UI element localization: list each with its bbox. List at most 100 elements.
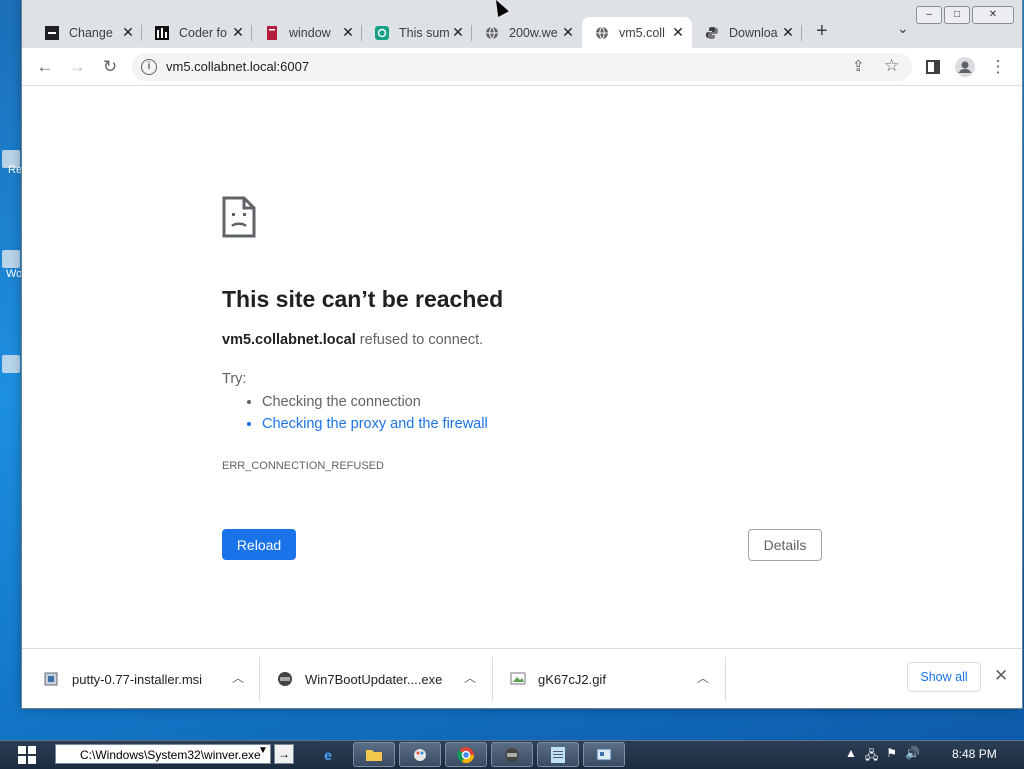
gif-file-icon [510,671,526,687]
chrome-window: Change ✕ Coder fo ✕ window ✕ This sum ✕ … [22,0,1022,708]
address-toolbar-input[interactable]: C:\Windows\System32\winver.exe [55,744,271,764]
globe-icon [594,25,610,41]
close-tab-icon[interactable]: ✕ [120,24,136,41]
chrome-icon[interactable] [445,742,487,767]
menu-kebab-icon[interactable]: ⋮ [987,56,1009,78]
volume-icon[interactable]: 🔊 [905,746,920,767]
tab-title: window [289,25,331,40]
divider [725,657,726,701]
show-hidden-icons-icon[interactable]: ▲ [845,746,857,767]
close-tab-icon[interactable]: ✕ [560,24,576,41]
new-tab-button[interactable]: + [816,20,828,43]
close-tab-icon[interactable]: ✕ [450,24,466,41]
show-all-button[interactable]: Show all [907,662,981,692]
details-button[interactable]: Details [748,529,822,561]
error-title: This site can’t be reached [222,286,504,312]
download-item[interactable]: Win7BootUpdater....exe [277,663,442,695]
tab-strip: Change ✕ Coder fo ✕ window ✕ This sum ✕ … [22,0,1022,48]
desktop-icon-app[interactable] [2,355,20,373]
download-item[interactable]: putty-0.77-installer.msi [44,663,202,695]
tab[interactable]: window ✕ [252,17,362,48]
notepad-icon[interactable] [537,742,579,767]
tab-search-chevron-icon[interactable]: ⌄ [897,20,909,37]
tab[interactable]: This sum ✕ [362,17,472,48]
tab[interactable]: Change ✕ [32,17,142,48]
chevron-up-icon[interactable]: ︿ [464,669,476,686]
back-arrow-icon[interactable]: ← [34,56,56,78]
error-message-text: refused to connect. [355,332,484,348]
green-app-icon [374,25,390,41]
side-panel-icon[interactable] [922,56,944,78]
exe-file-icon [277,671,293,687]
site-info-icon[interactable]: i [141,59,157,75]
ie-icon[interactable]: e [307,742,349,767]
download-filename: putty-0.77-installer.msi [72,671,203,687]
doc-icon [264,25,280,41]
download-shelf: putty-0.77-installer.msi ︿ Win7BootUpdat… [22,648,1022,708]
minimize-button[interactable]: – [916,6,942,24]
desktop: Re Wo [0,0,22,740]
tab-title: This sum [399,25,450,40]
tab[interactable]: 200w.we ✕ [472,17,582,48]
error-message: vm5.collabnet.local refused to connect. [222,332,483,348]
share-icon[interactable]: ⇪ [852,57,865,75]
clock[interactable]: 8:48 PM [952,747,997,761]
tab[interactable]: Downloa ✕ [692,17,802,48]
try-label: Try: [222,371,247,387]
suggestion-link[interactable]: Checking the proxy and the firewall [262,416,488,432]
reload-button[interactable]: Reload [222,529,296,560]
action-center-flag-icon[interactable]: ⚑ [886,746,897,767]
tab-active[interactable]: vm5.coll ✕ [582,17,692,48]
paint-icon[interactable] [399,742,441,767]
tab-title: 200w.we [509,25,558,40]
tab-title: Coder fo [179,25,227,40]
bars-icon [154,25,170,41]
suggestion-item: Checking the connection [262,394,488,410]
bookmark-star-icon[interactable]: ☆ [884,56,899,76]
browser-toolbar: ← → ↻ i vm5.collabnet.local:6007 ⇪ ☆ ⋮ [22,48,1022,86]
chevron-up-icon[interactable]: ︿ [697,669,709,686]
error-code: ERR_CONNECTION_REFUSED [222,460,384,472]
error-host: vm5.collabnet.local [222,332,356,348]
python-icon [704,25,720,41]
window-controls: – □ ✕ [916,6,1014,24]
tab-title: Downloa [729,25,778,40]
profile-avatar-icon[interactable] [954,56,976,78]
sad-document-icon [222,196,256,243]
dropdown-arrow-icon[interactable]: ▼ [258,745,268,756]
system-tray: ▲ 🖧 ⚑ 🔊 [845,746,920,767]
close-tab-icon[interactable]: ✕ [670,24,686,41]
close-icon[interactable]: ✕ [994,666,1008,686]
maximize-button[interactable]: □ [944,6,970,24]
close-tab-icon[interactable]: ✕ [780,24,796,41]
go-arrow-icon[interactable]: → [274,744,294,764]
download-item[interactable]: gK67cJ2.gif [510,663,606,695]
download-filename: Win7BootUpdater....exe [305,671,443,687]
error-page: This site can’t be reached vm5.collabnet… [22,86,1022,648]
chevron-up-icon[interactable]: ︿ [232,669,244,686]
address-bar[interactable]: i vm5.collabnet.local:6007 ⇪ ☆ [132,53,912,81]
dark-square-icon [44,25,60,41]
winver-icon[interactable] [583,742,625,767]
close-tab-icon[interactable]: ✕ [340,24,356,41]
suggestion-list: Checking the connection Checking the pro… [244,394,488,438]
desktop-label: Wo [6,268,23,280]
download-filename: gK67cJ2.gif [538,671,606,687]
taskbar: C:\Windows\System32\winver.exe ▼ → e ▲ 🖧… [0,740,1024,769]
close-window-button[interactable]: ✕ [972,6,1014,24]
url-text[interactable]: vm5.collabnet.local:6007 [166,59,309,74]
desktop-label: Re [8,164,23,176]
reload-icon[interactable]: ↻ [99,56,121,78]
divider [259,657,260,701]
tab-title: Change [69,25,113,40]
close-tab-icon[interactable]: ✕ [230,24,246,41]
forward-arrow-icon[interactable]: → [66,56,88,78]
start-button[interactable] [18,746,36,764]
tab-title: vm5.coll [619,25,665,40]
desktop-icon-word[interactable] [2,250,20,268]
folder-icon[interactable] [353,742,395,767]
msi-file-icon [44,671,60,687]
app-icon[interactable] [491,742,533,767]
tab[interactable]: Coder fo ✕ [142,17,252,48]
network-icon[interactable]: 🖧 [865,746,878,767]
